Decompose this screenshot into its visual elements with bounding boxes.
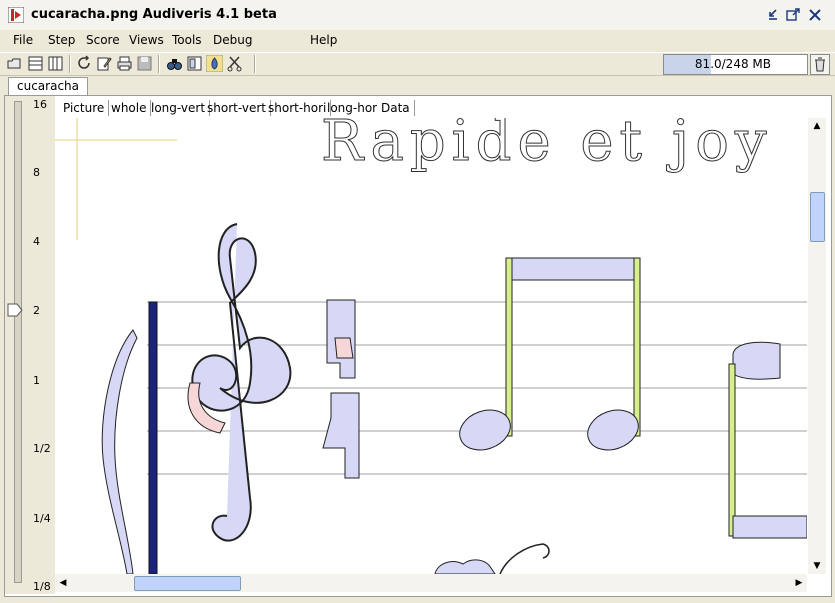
memory-text: 81.0/248 MB [694,57,771,71]
zoom-label: 4 [33,235,40,248]
score-canvas[interactable]: Rapide et joy [55,118,807,574]
save-icon[interactable] [136,55,153,72]
window-title: cucaracha.png Audiveris 4.1 beta [31,7,277,22]
trash-icon[interactable] [810,54,830,75]
treble-clef-glyph [191,223,292,542]
toolbar-separator [69,55,71,73]
menu-help[interactable]: Help [310,33,337,47]
sheet-pane: 16 8 4 2 1 1/2 1/4 1/8 Picture whole lon… [4,95,832,597]
open-icon[interactable] [6,55,23,72]
zoom-label: 2 [33,304,40,317]
horizontal-scroll-thumb[interactable] [134,576,241,591]
zoom-label: 1/2 [33,442,51,455]
boundaries-icon[interactable] [186,55,203,72]
sheet-tab-bar: cucaracha [0,75,835,96]
minimize-icon[interactable] [765,7,781,23]
tab-picture[interactable]: Picture [59,100,110,116]
maximize-icon[interactable] [785,7,801,23]
toolbar-separator [158,55,160,73]
title-bar: cucaracha.png Audiveris 4.1 beta [0,0,835,31]
zoom-label: 1 [33,374,40,387]
menu-step[interactable]: Step [48,33,75,47]
menu-file[interactable]: File [13,33,33,47]
scroll-right-icon[interactable]: ▶ [791,575,807,591]
tab-cucaracha[interactable]: cucaracha [8,77,88,96]
time-sig-bottom [322,392,360,479]
note-stem [633,257,641,437]
scissors-icon[interactable] [226,55,243,72]
memory-meter[interactable]: 81.0/248 MB [663,54,808,75]
shape-icon[interactable] [206,55,223,72]
toolbar: 81.0/248 MB [0,52,835,76]
scroll-down-icon[interactable]: ▼ [809,558,825,574]
menu-tools[interactable]: Tools [172,33,202,47]
zoom-slider[interactable]: 16 8 4 2 1 1/2 1/4 1/8 [5,96,55,594]
time-sig-fragment [334,337,354,359]
note-stem [728,363,736,537]
tab-long-vert[interactable]: long-vert [147,100,211,116]
score-image: Rapide et joy [55,118,807,574]
note-stem [505,257,513,437]
zoom-track[interactable] [14,101,22,583]
zoom-label: 1/4 [33,512,51,525]
note-beam [732,515,807,539]
note-head-partial [732,341,781,380]
menu-debug[interactable]: Debug [213,33,252,47]
dynamic-glyph [434,559,496,574]
print-icon[interactable] [116,55,133,72]
tab-short-hori[interactable]: short-hori [264,100,332,116]
scroll-up-icon[interactable]: ▲ [809,118,825,134]
vertical-scroll-thumb[interactable] [810,192,825,242]
zoom-label: 16 [33,98,47,111]
tab-data[interactable]: Data [377,100,415,116]
zoom-label: 8 [33,166,40,179]
binoculars-icon[interactable] [166,55,183,72]
close-icon[interactable] [807,7,823,23]
barline [148,301,158,574]
score-heading: Rapide et joy [321,118,773,174]
tab-short-vert[interactable]: short-vert [203,100,271,116]
horizontal-scrollbar[interactable]: ◀ ▶ [55,574,807,592]
note-beam [507,257,639,281]
vertical-scrollbar[interactable]: ▲ ▼ [808,118,826,574]
refresh-icon[interactable] [76,55,93,72]
dynamic-glyph [499,543,550,574]
vertical-layout-icon[interactable] [47,55,64,72]
scroll-left-icon[interactable]: ◀ [55,575,71,591]
toolbar-separator [254,55,256,73]
horizontal-layout-icon[interactable] [27,55,44,72]
audiveris-app-icon [8,7,24,23]
zoom-thumb[interactable] [7,302,23,318]
menu-bar: File Step Score Views Tools Debug Help [0,30,835,52]
view-tab-bar: Picture whole long-vert short-vert short… [59,98,809,118]
brace-glyph [101,329,138,574]
menu-score[interactable]: Score [86,33,120,47]
menu-views[interactable]: Views [129,33,164,47]
tab-whole[interactable]: whole [107,100,152,116]
zoom-label: 1/8 [33,580,51,593]
edit-icon[interactable] [96,55,113,72]
